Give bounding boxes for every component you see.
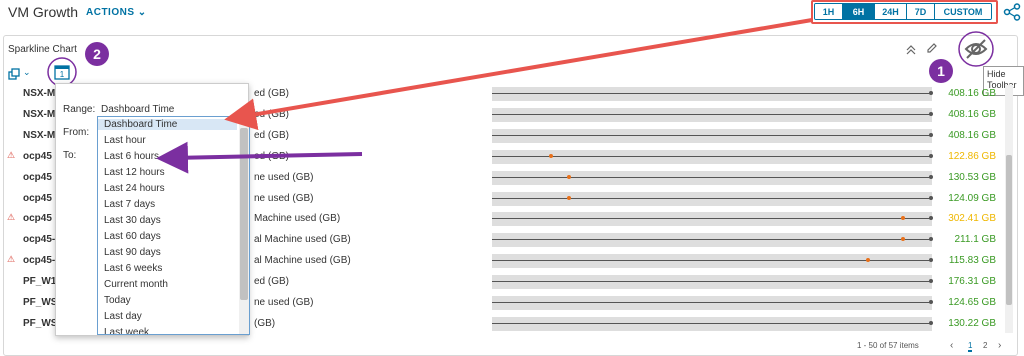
screen: VM Growth ACTIONS ⌄ 1H 6H 24H 7D CUSTOM … bbox=[0, 0, 1024, 356]
red-arrow bbox=[224, 18, 813, 131]
annotation-arrows bbox=[156, 18, 813, 174]
purple-arrow bbox=[156, 141, 363, 174]
